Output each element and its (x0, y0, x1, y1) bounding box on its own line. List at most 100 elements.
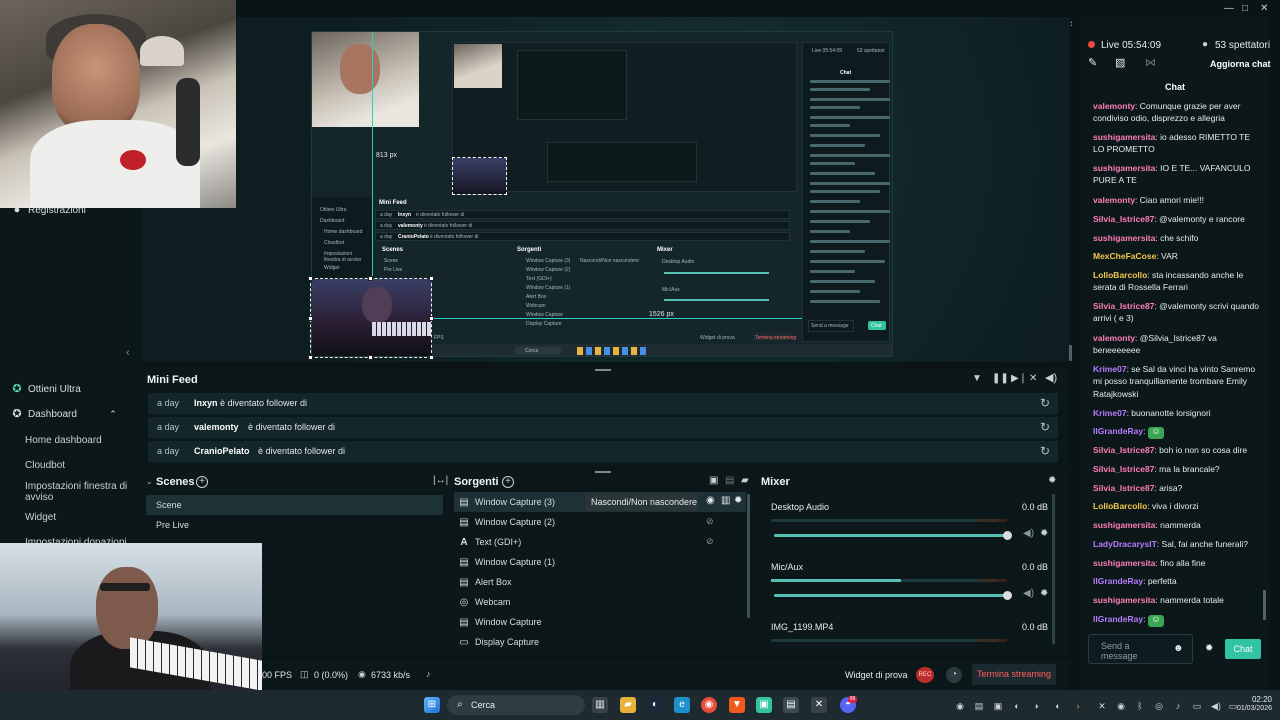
chat-username[interactable]: sushigamersita (1093, 233, 1155, 243)
windows-start-icon[interactable]: ⊞ (424, 697, 440, 713)
chat-scrollbar[interactable] (1263, 590, 1266, 620)
streamlabs-icon[interactable]: ▣ (756, 697, 772, 713)
pause-icon[interactable]: ❚❚ (992, 374, 1009, 384)
tray-icon[interactable]: ▣ (992, 700, 1004, 712)
chat-send-button[interactable]: Chat (1225, 639, 1261, 659)
end-stream-button[interactable]: Termina streaming (972, 664, 1056, 685)
nav-cloudbot[interactable]: Cloudbot (25, 460, 137, 471)
bluetooth-icon[interactable]: ᛒ (1134, 700, 1146, 712)
replay-icon[interactable]: ↻ (1040, 441, 1050, 462)
nav-widget[interactable]: Widget (25, 512, 137, 523)
chevron-down-icon[interactable]: ⌄ (146, 478, 153, 486)
replay-buffer-icon[interactable]: ◔ (946, 667, 962, 683)
chat-username[interactable]: Silvia_Istrice87 (1093, 464, 1154, 474)
source-window-icon[interactable]: ▣ (709, 476, 718, 486)
scene-transition-icon[interactable]: |↔| (433, 476, 448, 486)
volume-slider[interactable] (774, 531, 1012, 540)
refresh-chat-button[interactable]: Aggiorna chat (1210, 59, 1271, 69)
mixer-settings-icon[interactable]: ✹ (1048, 476, 1056, 486)
whatsapp-icon[interactable]: ◉ (954, 700, 966, 712)
chat-username[interactable]: sushigamersita (1093, 558, 1155, 568)
chat-username[interactable]: sushigamersita (1093, 595, 1155, 605)
sources-scrollbar[interactable] (747, 494, 750, 618)
close-icon[interactable]: ✕ (1260, 4, 1268, 14)
tray-icon[interactable]: ◐ (1011, 700, 1023, 712)
chat-username[interactable]: LadyDracarysIT (1093, 539, 1157, 549)
chat-username[interactable]: Silvia_Istrice87 (1093, 445, 1154, 455)
tray-icon[interactable]: ◉ (1115, 700, 1127, 712)
steam-tray-icon[interactable]: ◐ (1052, 700, 1064, 712)
source-selection-box[interactable] (310, 278, 432, 358)
tray-icon[interactable]: ◎ (1153, 700, 1165, 712)
drag-handle[interactable] (595, 471, 611, 473)
scene-item[interactable]: Scene (146, 495, 443, 515)
collapse-left-icon[interactable]: ‹ (126, 348, 130, 359)
cards-icon[interactable]: ▧ (1115, 58, 1125, 69)
chat-username[interactable]: sushigamersita (1093, 520, 1155, 530)
source-item[interactable]: ◎ Webcam (454, 592, 746, 612)
app-icon[interactable]: ▤ (783, 697, 799, 713)
channel-gear-icon[interactable]: ✹ (1040, 529, 1048, 539)
chat-username[interactable]: IlGrandeRay (1093, 614, 1143, 624)
chat-username[interactable]: valemonty (1093, 195, 1135, 205)
chat-username[interactable]: IlGrandeRay (1093, 576, 1143, 586)
eye-icon[interactable]: ◉ (706, 496, 715, 506)
speaker-icon[interactable]: ◀) (1023, 589, 1034, 599)
edge-icon[interactable]: e (674, 697, 690, 713)
skip-icon[interactable]: ▶❘ (1011, 374, 1027, 384)
channel-gear-icon[interactable]: ✹ (1040, 589, 1048, 599)
tray-icon[interactable]: ◑ (1030, 700, 1042, 712)
filter-icon[interactable]: ▼ (972, 374, 982, 384)
file-explorer-icon[interactable]: ▰ (620, 697, 636, 713)
tray-icon[interactable]: ✕ (1096, 700, 1108, 712)
source-item[interactable]: ▤ Window Capture (1) (454, 552, 746, 572)
resize-handle[interactable] (308, 316, 313, 321)
replay-icon[interactable]: ↻ (1040, 393, 1050, 414)
chat-username[interactable]: Krime07 (1093, 364, 1127, 374)
eye-hidden-icon[interactable]: ⊘ (706, 537, 714, 546)
chat-username[interactable]: Silvia_Istrice87 (1093, 483, 1154, 493)
chat-settings-icon[interactable]: ✹ (1205, 644, 1213, 654)
mixer-scrollbar[interactable] (1052, 494, 1055, 644)
chat-username[interactable]: LolloBarcollo (1093, 270, 1147, 280)
record-button[interactable]: REC (916, 667, 934, 683)
resize-handle[interactable] (429, 355, 434, 360)
steam-icon[interactable]: ◐ (647, 697, 663, 713)
scene-item[interactable]: Pre Live (146, 515, 443, 535)
tray-icon[interactable]: ▤ (973, 700, 985, 712)
source-item[interactable]: ▤ Window Capture (454, 612, 746, 632)
drag-handle[interactable] (595, 369, 611, 371)
chrome-icon[interactable]: ◉ (701, 697, 717, 713)
task-view-icon[interactable]: ▥ (592, 697, 608, 713)
chat-username[interactable]: Krime07 (1093, 408, 1127, 418)
microphone-icon[interactable]: ♪ (1172, 700, 1184, 712)
nav-ottieni-ultra[interactable]: ✪ Ottieni Ultra (0, 384, 142, 396)
nav-home-dashboard[interactable]: Home dashboard (25, 435, 137, 446)
nav-alert-box-settings[interactable]: Impostazioni finestra di avviso (25, 481, 137, 503)
edit-icon[interactable]: ✎ (1088, 58, 1097, 69)
resize-handle[interactable] (368, 276, 373, 281)
source-item[interactable]: A Text (GDI+) (454, 532, 746, 552)
chat-username[interactable]: Silvia_Istrice87 (1093, 214, 1154, 224)
eye-hidden-icon[interactable]: ⊘ (706, 517, 714, 526)
gear-icon[interactable]: ✹ (734, 496, 742, 506)
volume-icon[interactable]: ◀) (1045, 373, 1057, 384)
taskbar-search[interactable]: ⌕ Cerca (447, 695, 585, 715)
resize-handle[interactable] (308, 355, 313, 360)
resize-handle[interactable] (429, 316, 434, 321)
add-scene-icon[interactable]: + (196, 476, 208, 488)
network-icon[interactable]: ▭ (1191, 700, 1203, 712)
source-item[interactable]: ▤ Alert Box (454, 572, 746, 592)
chat-username[interactable]: valemonty (1093, 333, 1135, 343)
replay-icon[interactable]: ↻ (1040, 417, 1050, 438)
chevron-right-icon[interactable]: › (1072, 700, 1084, 712)
chat-username[interactable]: IlGrandeRay (1093, 426, 1143, 436)
source-group-icon[interactable]: ▤ (725, 476, 734, 486)
trash-icon[interactable]: ▥ (721, 496, 730, 506)
chat-username[interactable]: valemonty (1093, 101, 1135, 111)
minimize-icon[interactable]: — (1224, 4, 1234, 14)
chat-input[interactable]: Send a message ☻ (1088, 634, 1193, 664)
slider-knob[interactable] (1003, 591, 1012, 600)
emoji-icon[interactable]: ☻ (1173, 644, 1184, 654)
source-item[interactable]: ▤ Window Capture (2) (454, 512, 746, 532)
